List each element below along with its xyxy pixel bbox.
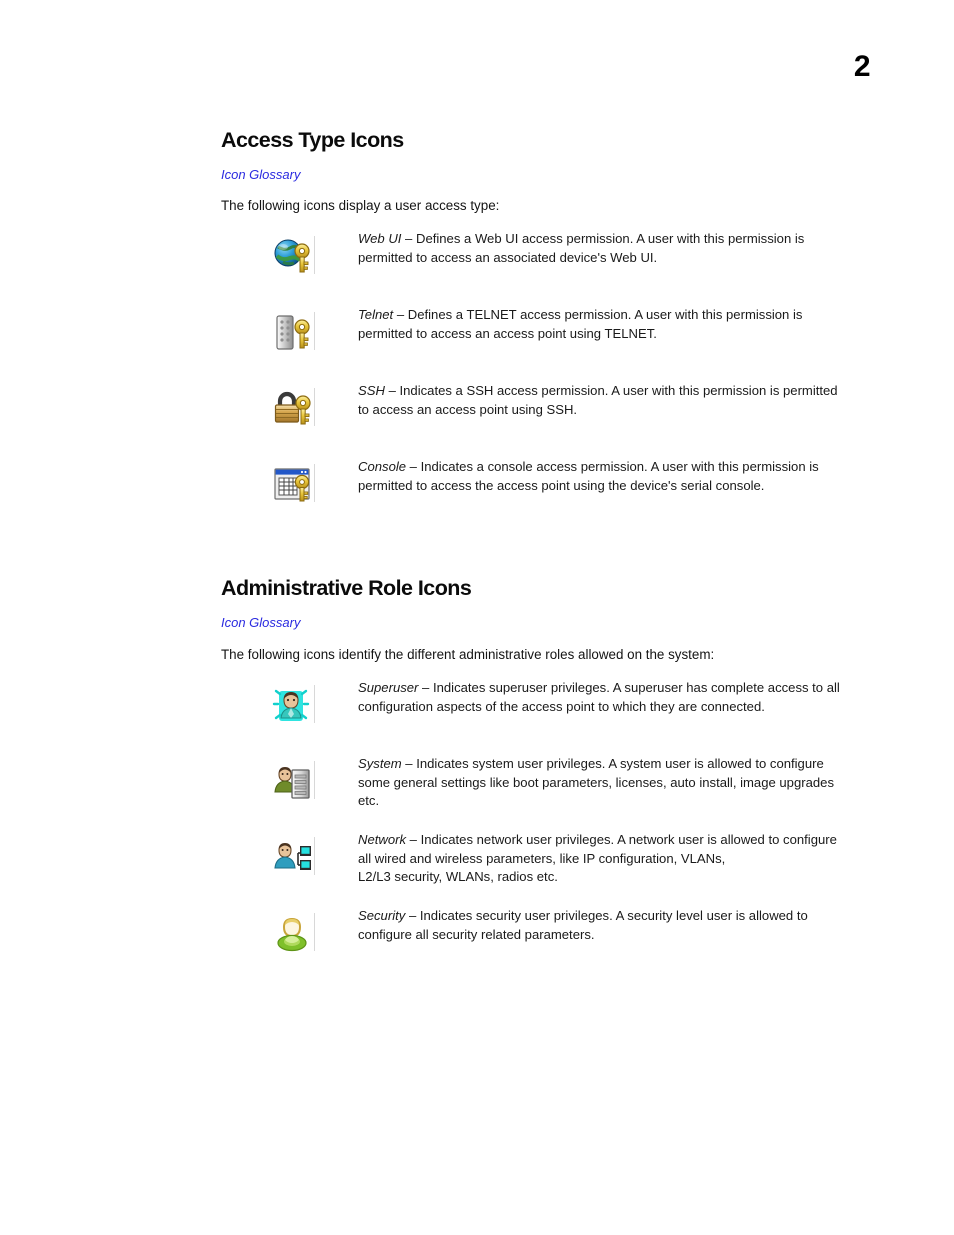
icon-text-telnet: Defines a TELNET access permission. A us… xyxy=(358,307,803,342)
icon-term-console: Console xyxy=(358,459,407,475)
icon-cell-superuser xyxy=(271,682,317,728)
icon-term-superuser: Superuser xyxy=(358,679,419,695)
icon-desc-superuser: Superuser – Indicates superuser privileg… xyxy=(358,676,843,717)
icon-cell-console xyxy=(271,461,317,507)
icon-dash-telnet: – xyxy=(393,307,408,323)
icon-term-security: Security xyxy=(358,907,406,923)
icon-cell-security xyxy=(271,910,317,956)
page-content: Access Type Icons Icon Glossary The foll… xyxy=(221,128,861,980)
icon-dash-system: – xyxy=(401,755,417,771)
icon-desc-network: Network – Indicates network user privile… xyxy=(358,828,843,888)
padlock-key-icon xyxy=(271,385,317,431)
icon-term-telnet: Telnet xyxy=(358,307,394,323)
icon-glossary-link-2[interactable]: Icon Glossary xyxy=(221,615,861,631)
icon-term-network: Network xyxy=(358,831,407,847)
icon-text-system: Indicates system user privileges. A syst… xyxy=(358,755,834,809)
icon-row-system: System – Indicates system user privilege… xyxy=(221,752,861,828)
icon-text-network-line2: L2/L3 security, WLANs, radios etc. xyxy=(358,869,558,885)
icon-desc-telnet: Telnet – Defines a TELNET access permiss… xyxy=(358,303,843,344)
icon-text-network: Indicates network user privileges. A net… xyxy=(358,831,837,866)
administrative-role-icon-list: Superuser – Indicates superuser privileg… xyxy=(221,676,861,980)
icon-row-network: Network – Indicates network user privile… xyxy=(221,828,861,904)
icon-row-web-ui: Web UI – Defines a Web UI access permiss… xyxy=(221,227,861,303)
icon-dash-superuser: – xyxy=(418,679,433,695)
icon-row-security: Security – Indicates security user privi… xyxy=(221,904,861,980)
icon-cell-network xyxy=(271,834,317,880)
icon-text-console: Indicates a console access permission. A… xyxy=(358,459,819,494)
section-intro-access-type: The following icons display a user acces… xyxy=(221,198,500,214)
icon-row-superuser: Superuser – Indicates superuser privileg… xyxy=(221,676,861,752)
section-title-access-type-icons: Access Type Icons xyxy=(221,128,404,152)
icon-term-ssh: SSH xyxy=(358,383,385,399)
document-page: 2 Access Type Icons Icon Glossary The fo… xyxy=(0,0,954,1235)
icon-dash-ssh: – xyxy=(384,383,400,399)
icon-glossary-link-1[interactable]: Icon Glossary xyxy=(221,167,861,183)
security-user-icon xyxy=(271,910,317,956)
icon-row-telnet: Telnet – Defines a TELNET access permiss… xyxy=(221,303,861,379)
icon-dash-web-ui: – xyxy=(401,231,416,247)
icon-desc-system: System – Indicates system user privilege… xyxy=(358,752,843,812)
icon-text-security: Indicates security user privileges. A se… xyxy=(358,907,808,942)
network-user-icon xyxy=(271,834,317,880)
section-title-administrative-role-icons: Administrative Role Icons xyxy=(221,576,472,601)
page-number: 2 xyxy=(853,50,871,83)
icon-row-console: Console – Indicates a console access per… xyxy=(221,455,861,531)
telnet-terminal-key-icon xyxy=(271,309,317,355)
icon-dash-network: – xyxy=(406,831,421,847)
icon-desc-ssh: SSH – Indicates a SSH access permission.… xyxy=(358,379,843,420)
icon-row-ssh: SSH – Indicates a SSH access permission.… xyxy=(221,379,861,455)
icon-cell-ssh xyxy=(271,385,317,431)
system-user-server-icon xyxy=(271,758,317,804)
icon-dash-console: – xyxy=(406,459,421,475)
icon-text-ssh: Indicates a SSH access permission. A use… xyxy=(358,383,838,418)
section-intro-administrative-role: The following icons identify the differe… xyxy=(221,646,715,662)
icon-dash-security: – xyxy=(405,907,420,923)
icon-cell-telnet xyxy=(271,309,317,355)
icon-cell-web-ui xyxy=(271,233,317,279)
globe-key-icon xyxy=(271,233,317,279)
icon-text-web-ui: Defines a Web UI access permission. A us… xyxy=(358,231,805,266)
icon-term-system: System xyxy=(358,755,402,771)
console-window-key-icon xyxy=(271,461,317,507)
icon-desc-web-ui: Web UI – Defines a Web UI access permiss… xyxy=(358,227,843,268)
superuser-person-icon xyxy=(271,682,317,728)
icon-desc-security: Security – Indicates security user privi… xyxy=(358,904,843,945)
access-type-icon-list: Web UI – Defines a Web UI access permiss… xyxy=(221,227,861,531)
icon-term-web-ui: Web UI xyxy=(358,231,402,247)
icon-desc-console: Console – Indicates a console access per… xyxy=(358,455,843,496)
icon-cell-system xyxy=(271,758,317,804)
